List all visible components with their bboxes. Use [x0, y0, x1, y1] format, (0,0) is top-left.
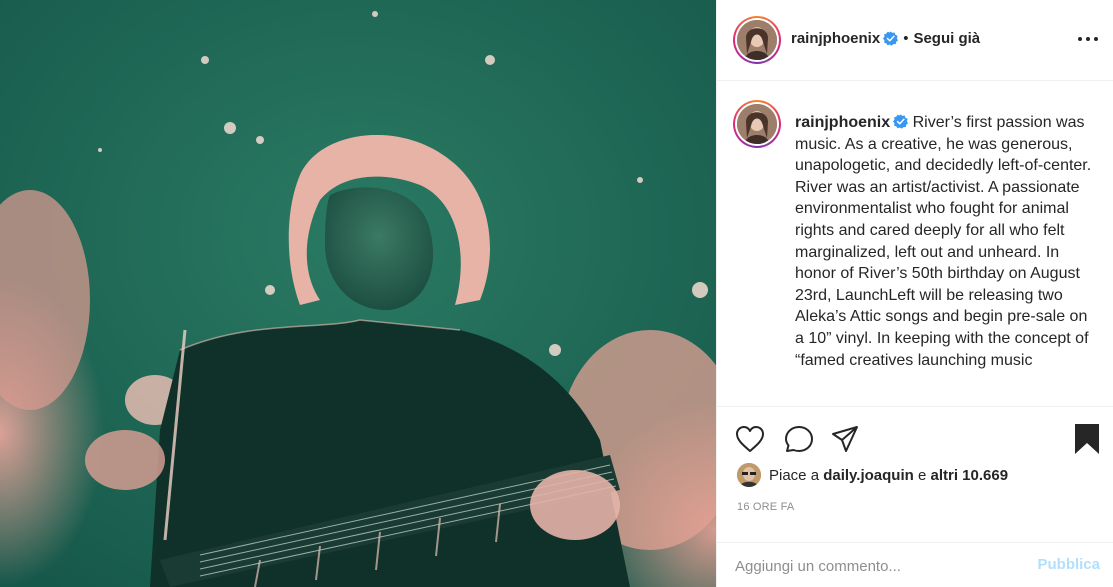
- comment-bar: Pubblica: [717, 542, 1113, 587]
- bookmark-icon[interactable]: [1074, 423, 1100, 455]
- author-avatar-image: [737, 20, 777, 60]
- heart-icon[interactable]: [735, 425, 765, 453]
- caption-text: rainjphoenix River’s first passion was m…: [795, 112, 1095, 371]
- caption-body: River’s first passion was music. As a cr…: [795, 114, 1092, 369]
- more-options-icon[interactable]: [1078, 29, 1098, 49]
- liker-avatar[interactable]: [737, 463, 761, 487]
- following-button[interactable]: Segui già: [913, 30, 980, 47]
- likes-prefix: Piace a: [769, 466, 820, 484]
- likes-summary: Piace a daily.joaquin e altri 10.669: [737, 463, 1008, 487]
- post-photo-illustration: [0, 0, 716, 587]
- caption-username[interactable]: rainjphoenix: [795, 114, 890, 131]
- post-photo[interactable]: [0, 0, 716, 587]
- post-sidebar: rainjphoenix • Segui già rainjphoenix Ri…: [716, 0, 1113, 587]
- caption-avatar[interactable]: [733, 100, 781, 148]
- paper-plane-icon[interactable]: [831, 425, 859, 453]
- caption-avatar-image: [737, 104, 777, 144]
- author-avatar[interactable]: [733, 16, 781, 64]
- verified-badge-icon: [893, 114, 909, 129]
- post-header: rainjphoenix • Segui già: [717, 0, 1113, 81]
- liked-by-link[interactable]: daily.joaquin: [823, 467, 914, 484]
- post-timestamp[interactable]: 16 ORE FA: [737, 501, 794, 513]
- author-username[interactable]: rainjphoenix: [791, 30, 880, 47]
- separator-dot: •: [903, 30, 909, 47]
- instagram-post: rainjphoenix • Segui già rainjphoenix Ri…: [0, 0, 1113, 587]
- comment-input[interactable]: [735, 555, 1025, 577]
- comment-bubble-icon[interactable]: [784, 425, 814, 453]
- post-actions: Piace a daily.joaquin e altri 10.669 16 …: [717, 406, 1113, 587]
- publish-button[interactable]: Pubblica: [1037, 556, 1100, 573]
- likes-others-link[interactable]: altri 10.669: [930, 467, 1008, 484]
- likes-conjunction: e: [917, 466, 927, 484]
- verified-badge-icon: [883, 31, 899, 46]
- caption-section: rainjphoenix River’s first passion was m…: [717, 82, 1113, 406]
- header-user-line: rainjphoenix • Segui già: [791, 30, 980, 47]
